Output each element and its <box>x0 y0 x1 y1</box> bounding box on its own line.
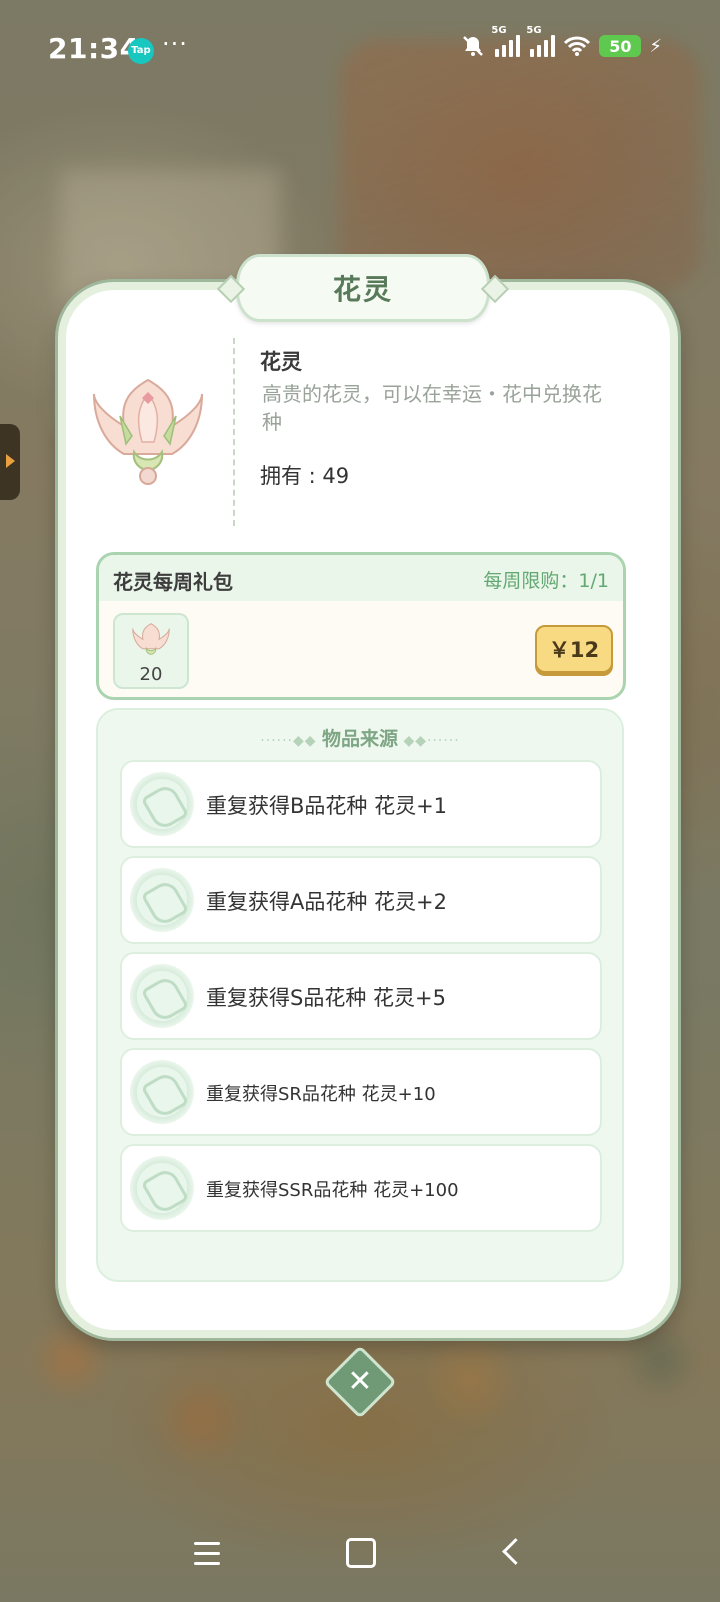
dialog-title: 花灵 <box>332 273 393 306</box>
source-item[interactable]: 重复获得A品花种 花灵+2 <box>120 856 602 944</box>
menu-icon[interactable] <box>194 1542 220 1572</box>
reward-slot[interactable]: 20 <box>113 613 189 689</box>
system-navigation-bar <box>0 1520 720 1602</box>
buy-price-button[interactable]: ￥12 <box>535 625 613 673</box>
status-right-group: 5G 5G 50 ⚡ <box>461 25 662 58</box>
scroll-icon <box>130 964 194 1028</box>
status-time: 21:34 <box>48 32 140 65</box>
scroll-icon <box>130 1060 194 1124</box>
bell-off-icon <box>463 36 484 56</box>
reward-count: 20 <box>139 664 163 685</box>
source-item[interactable]: 重复获得S品花种 花灵+5 <box>120 952 602 1040</box>
item-name: 花灵 <box>260 350 302 374</box>
side-drawer-handle[interactable] <box>0 424 20 500</box>
weekly-purchase-limit: 每周限购：1/1 <box>483 570 609 592</box>
divider <box>233 338 235 526</box>
source-label: 重复获得SSR品花种 花灵+100 <box>206 1180 459 1201</box>
source-label: 重复获得S品花种 花灵+5 <box>206 986 446 1010</box>
weekly-pack-card: 花灵每周礼包 每周限购：1/1 20 ￥12 <box>96 552 626 700</box>
source-item[interactable]: 重复获得B品花种 花灵+1 <box>120 760 602 848</box>
network-type-label: 5G <box>491 25 507 36</box>
signal-icon: 5G <box>526 25 556 57</box>
network-type-label: 5G <box>526 25 542 36</box>
scroll-icon <box>130 1156 194 1220</box>
charging-icon: ⚡ <box>649 35 662 57</box>
signal-icon: 5G <box>491 25 521 57</box>
back-icon[interactable] <box>502 1538 529 1565</box>
scroll-icon <box>130 772 194 836</box>
dialog-title-banner: 花灵 <box>216 254 510 322</box>
home-icon[interactable] <box>346 1538 376 1568</box>
item-sources-panel: ······◆◆ 物品来源 ◆◆······ 重复获得B品花种 花灵+1 重复获… <box>96 708 624 1282</box>
scroll-icon <box>130 868 194 932</box>
weekly-pack-header: 花灵每周礼包 每周限购：1/1 <box>99 555 623 601</box>
source-item[interactable]: 重复获得SSR品花种 花灵+100 <box>120 1144 602 1232</box>
wifi-icon <box>564 36 591 56</box>
status-bar: 21:34 Tap ··· 5G 5G 50 ⚡ <box>0 0 720 100</box>
sources-header: ······◆◆ 物品来源 ◆◆······ <box>260 728 460 750</box>
sources-title: 物品来源 <box>321 728 398 750</box>
flower-spirit-icon <box>93 378 203 485</box>
source-label: 重复获得SR品花种 花灵+10 <box>206 1084 436 1105</box>
close-icon[interactable]: ✕ <box>334 1356 386 1408</box>
source-item[interactable]: 重复获得SR品花种 花灵+10 <box>120 1048 602 1136</box>
battery-icon: 50 <box>599 35 642 57</box>
more-notifications-icon: ··· <box>162 30 188 58</box>
item-owned-count: 拥有 : 49 <box>260 464 350 488</box>
flower-spirit-icon <box>132 623 170 655</box>
taptap-app-icon: Tap <box>128 38 154 64</box>
source-label: 重复获得B品花种 花灵+1 <box>206 794 448 818</box>
item-description: 高贵的花灵，可以在幸运・花中兑换花种 <box>262 382 602 434</box>
source-label: 重复获得A品花种 花灵+2 <box>206 890 447 914</box>
weekly-pack-title: 花灵每周礼包 <box>113 570 233 594</box>
